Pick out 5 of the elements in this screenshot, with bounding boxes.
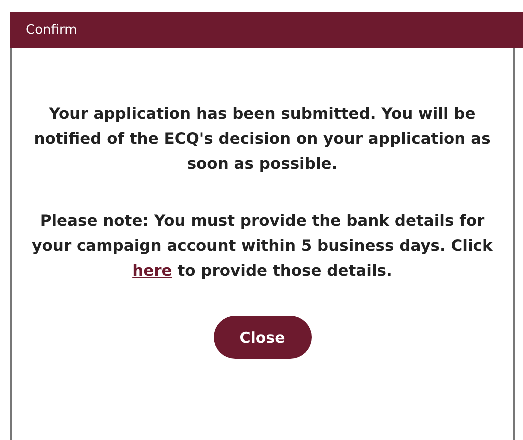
bank-details-note: Please note: You must provide the bank details for your campaign account within 5 business days. Click here to provide those details. [32,211,493,282]
close-button[interactable]: Close [214,316,312,359]
confirmation-message: Your application has been submitted. You will be notified of the ECQ's decision on your application as soon as possible. [33,104,492,175]
dialog-title: Confirm [26,22,78,38]
here-link[interactable]: here [132,262,172,280]
